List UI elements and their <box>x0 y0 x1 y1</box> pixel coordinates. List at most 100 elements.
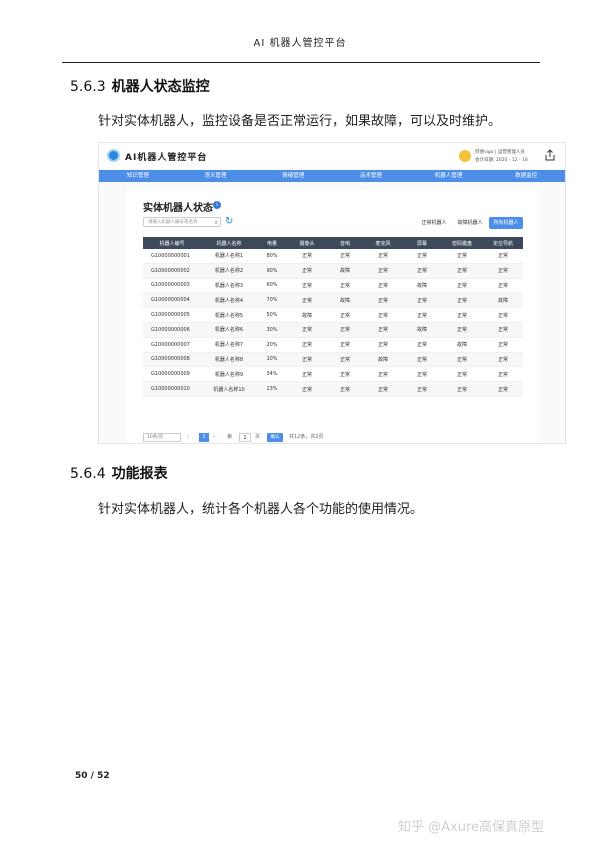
pagination-total: 共12条，共2页 <box>289 434 324 440</box>
table-cell: 故障 <box>327 263 363 279</box>
table-row[interactable]: G10000000008 机器人名称8 10% 正常 正常 故障 正常 正常 正常 <box>143 352 523 368</box>
table-cell: 正常 <box>287 292 327 309</box>
next-page-icon[interactable]: › <box>213 433 215 442</box>
table-cell: 机器人名称9 <box>201 366 257 383</box>
nav-data-monitor[interactable]: 数据监控 <box>487 170 565 182</box>
table-cell: 正常 <box>363 381 403 397</box>
table-cell: G10000000010 <box>143 381 201 397</box>
app-screenshot: AI机器人管控平台 何德vigo | 运营管理人员 会计日期: 2020 - 1… <box>98 142 566 444</box>
table-cell: 正常 <box>327 381 363 397</box>
table-cell: 正常 <box>327 249 363 264</box>
table-cell: 正常 <box>441 278 483 294</box>
column-header[interactable]: 屏幕 <box>403 237 441 249</box>
table-row[interactable]: G10000000004 机器人名称4 70% 正常 故障 正常 正常 正常 故障 <box>143 292 523 309</box>
column-header[interactable]: 机器人编号 <box>143 237 201 249</box>
accounting-date: 会计日期: 2020 - 12 - 16 <box>475 158 528 163</box>
nav-emotion[interactable]: 情绪管理 <box>254 170 332 182</box>
table-cell: 机器人名称3 <box>201 278 257 294</box>
table-cell: 正常 <box>441 322 483 338</box>
header-divider <box>62 62 540 63</box>
app-title: AI机器人管控平台 <box>125 153 208 163</box>
table-row[interactable]: G10000000006 机器人名称6 30% 正常 正常 正常 故障 正常 正常 <box>143 322 523 338</box>
column-header[interactable]: 摄像头 <box>287 237 327 249</box>
table-cell: 正常 <box>327 366 363 383</box>
page-current[interactable]: 1 <box>199 433 209 442</box>
table-row[interactable]: G10000000005 机器人名称5 50% 故障 正常 正常 正常 正常 正常 <box>143 307 523 323</box>
table-cell: 正常 <box>327 307 363 323</box>
table-cell: G10000000003 <box>143 278 201 294</box>
table-row[interactable]: G10000000003 机器人名称3 60% 正常 正常 正常 故障 正常 正常 <box>143 278 523 294</box>
section-title: 机器人状态监控 <box>111 79 210 95</box>
table-cell: 机器人名称1 <box>201 249 257 264</box>
table-cell: 正常 <box>363 322 403 338</box>
table-cell: 正常 <box>483 337 523 353</box>
table-cell: 故障 <box>363 352 403 368</box>
table-row[interactable]: G10000000010 机器人名称10 13% 正常 正常 正常 正常 正常 正常 <box>143 381 523 397</box>
table-cell: 20% <box>257 337 287 353</box>
table-cell: 机器人名称8 <box>201 352 257 368</box>
table-cell: 正常 <box>363 278 403 294</box>
table-cell: 正常 <box>327 352 363 368</box>
nav-robot[interactable]: 机器人管理 <box>410 170 488 182</box>
filter-normal-button[interactable]: 正常机器人 <box>417 217 451 229</box>
prev-page-icon[interactable]: ‹ <box>187 433 189 442</box>
table-cell: 70% <box>257 292 287 309</box>
table-cell: 正常 <box>287 322 327 338</box>
search-icon[interactable]: ⌕ <box>215 219 218 226</box>
table-cell: 正常 <box>441 352 483 368</box>
table-row[interactable]: G10000000002 机器人名称2 90% 正常 故障 正常 正常 正常 正常 <box>143 263 523 279</box>
table-cell: 10% <box>257 352 287 368</box>
table-cell: 正常 <box>403 337 441 353</box>
table-cell: G10000000001 <box>143 249 201 264</box>
table-cell: 故障 <box>483 292 523 309</box>
goto-confirm-button[interactable]: 确认 <box>267 433 283 442</box>
table-cell: 故障 <box>403 322 441 338</box>
robot-status-card: 实体机器人状态 i 请输入机器人编号或名称 ⌕ ↻ 正常机器人 故障机器人 所有… <box>127 189 539 443</box>
table-cell: 正常 <box>403 249 441 264</box>
table-cell: 正常 <box>483 263 523 279</box>
table-cell: 正常 <box>287 352 327 368</box>
column-header[interactable]: 机器人名称 <box>201 237 257 249</box>
table-cell: 正常 <box>327 278 363 294</box>
table-cell: 正常 <box>363 249 403 264</box>
table-cell: 正常 <box>403 307 441 323</box>
search-input[interactable]: 请输入机器人编号或名称 ⌕ <box>143 217 221 227</box>
nav-script[interactable]: 话术管理 <box>332 170 410 182</box>
nav-knowledge[interactable]: 知识管理 <box>99 170 177 182</box>
share-icon[interactable] <box>545 149 555 161</box>
table-cell: 34% <box>257 366 287 383</box>
section-paragraph: 针对实体机器人，监控设备是否正常运行，如果故障，可以及时维护。 <box>98 114 502 129</box>
table-cell: 机器人名称4 <box>201 292 257 309</box>
table-row[interactable]: G10000000009 机器人名称9 34% 正常 正常 正常 正常 正常 正常 <box>143 366 523 383</box>
table-row[interactable]: G10000000007 机器人名称7 20% 正常 正常 正常 正常 故障 正常 <box>143 337 523 353</box>
refresh-icon[interactable]: ↻ <box>225 216 233 227</box>
watermark: 知乎 @Axure高保真原型 <box>398 820 545 835</box>
table-row[interactable]: G10000000001 机器人名称1 80% 正常 正常 正常 正常 正常 正常 <box>143 249 523 264</box>
filter-all-button[interactable]: 所有机器人 <box>489 217 523 229</box>
table-cell: 故障 <box>441 337 483 353</box>
info-icon[interactable]: i <box>213 201 221 209</box>
table-cell: 90% <box>257 263 287 279</box>
table-cell: 正常 <box>327 322 363 338</box>
column-header[interactable]: 麦克风 <box>363 237 403 249</box>
filter-fault-button[interactable]: 故障机器人 <box>453 217 487 229</box>
search-placeholder: 请输入机器人编号或名称 <box>148 220 198 225</box>
avatar[interactable] <box>459 150 471 162</box>
column-header[interactable]: 定位导航 <box>483 237 523 249</box>
nav-semantic[interactable]: 语义管理 <box>177 170 255 182</box>
column-header[interactable]: 电量 <box>257 237 287 249</box>
table-cell: 正常 <box>403 292 441 309</box>
table-cell: 正常 <box>483 249 523 264</box>
goto-page-input[interactable]: 1 <box>239 433 251 442</box>
column-header[interactable]: 密码键盘 <box>441 237 483 249</box>
table-cell: 机器人名称7 <box>201 337 257 353</box>
app-topbar: AI机器人管控平台 何德vigo | 运营管理人员 会计日期: 2020 - 1… <box>99 143 565 169</box>
table-cell: 故障 <box>403 278 441 294</box>
table-cell: G10000000006 <box>143 322 201 338</box>
column-header[interactable]: 音响 <box>327 237 363 249</box>
table-cell: 正常 <box>441 249 483 264</box>
table-cell: 故障 <box>327 292 363 309</box>
table-cell: 机器人名称5 <box>201 307 257 323</box>
document-header: AI 机器人管控平台 <box>253 38 347 49</box>
page-size-select[interactable]: 10条/页 <box>143 433 181 442</box>
